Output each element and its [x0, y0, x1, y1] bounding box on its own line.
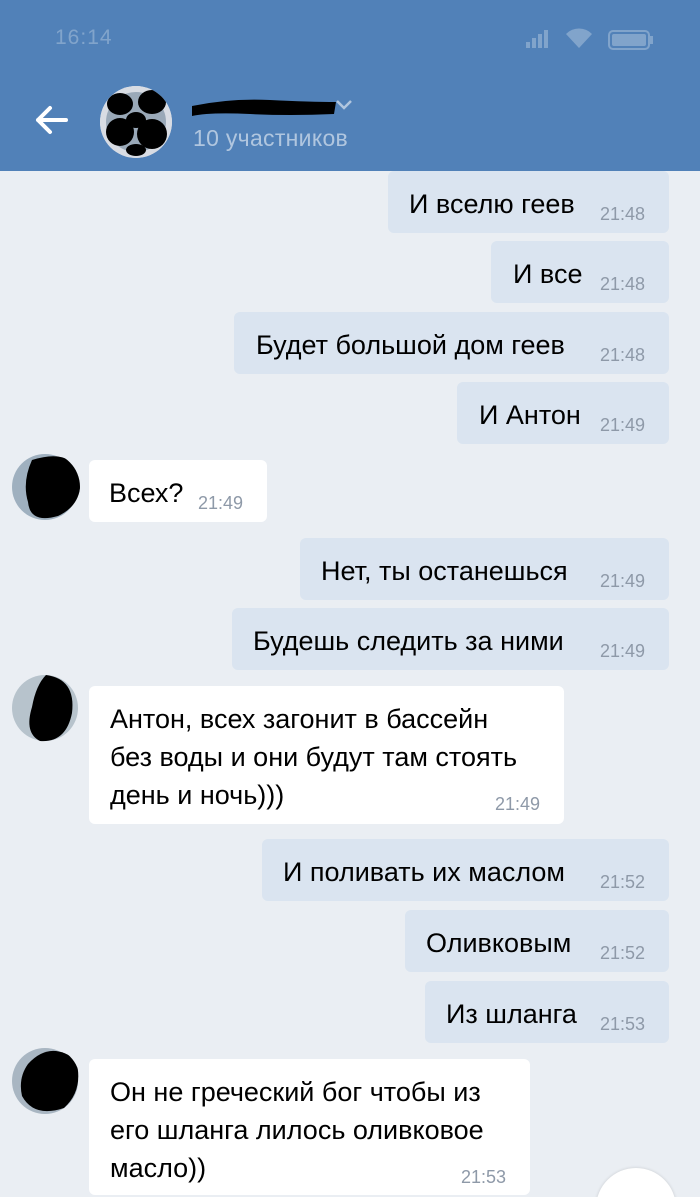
message-bubble-incoming[interactable]: Антон, всех загонит в бассейн без воды и… [89, 686, 564, 824]
message-text: И поливать их маслом [283, 857, 565, 887]
message-text: Нет, ты останешься [321, 556, 568, 586]
message-bubble-outgoing[interactable]: И все 21:48 [491, 241, 669, 303]
message-text: Из шланга [446, 999, 577, 1029]
message-time: 21:49 [600, 571, 646, 591]
message-text: Будешь следить за ними [253, 626, 564, 656]
status-time: 16:14 [55, 26, 113, 49]
chat-title-redacted[interactable] [190, 94, 338, 120]
message-time: 21:49 [600, 641, 646, 661]
battery-icon [608, 30, 654, 55]
message-time: 21:53 [461, 1167, 507, 1187]
chevron-down-icon[interactable] [334, 98, 354, 112]
scroll-down-button[interactable] [596, 1168, 676, 1197]
message-bubble-incoming[interactable]: Всех? 21:49 [89, 460, 267, 522]
message-text-line: день и ночь))) [110, 780, 285, 810]
message-time: 21:49 [495, 794, 541, 814]
back-button[interactable] [28, 96, 76, 144]
status-bar: 16:14 [0, 0, 700, 80]
chat-header: 16:14 10 участников [0, 0, 700, 171]
message-bubble-outgoing[interactable]: Будет большой дом геев 21:48 [234, 312, 669, 374]
message-text: Всех? [109, 478, 184, 508]
message-bubble-outgoing[interactable]: Оливковым 21:52 [405, 910, 669, 972]
message-time: 21:49 [600, 415, 646, 435]
status-icons [524, 28, 674, 50]
message-time: 21:48 [600, 274, 646, 294]
message-bubble-outgoing[interactable]: И вселю геев 21:48 [388, 171, 669, 233]
signal-icon [524, 28, 552, 53]
arrow-left-icon [36, 106, 68, 134]
message-bubble-outgoing[interactable]: Из шланга 21:53 [425, 981, 669, 1043]
message-bubble-outgoing[interactable]: Будешь следить за ними 21:49 [232, 608, 669, 670]
message-text-line: без воды и они будут там стоять [110, 742, 518, 772]
message-bubble-incoming[interactable]: Он не греческий бог чтобы из его шланга … [89, 1059, 530, 1195]
message-text: Оливковым [426, 928, 572, 958]
message-bubble-outgoing[interactable]: И поливать их маслом 21:52 [262, 839, 669, 901]
sender-avatar[interactable] [10, 673, 80, 743]
message-text-line: масло)) [110, 1153, 207, 1183]
message-time: 21:52 [600, 943, 646, 963]
participants-count[interactable]: 10 участников [193, 125, 348, 152]
message-time: 21:48 [600, 345, 646, 365]
message-text: И вселю геев [409, 189, 575, 219]
chat-avatar[interactable] [100, 86, 172, 158]
message-text-line: Антон, всех загонит в бассейн [110, 704, 489, 734]
wifi-icon [564, 28, 594, 55]
sender-avatar[interactable] [10, 1046, 80, 1116]
message-bubble-outgoing[interactable]: И Антон 21:49 [457, 382, 669, 444]
message-time: 21:52 [600, 872, 646, 892]
message-bubble-outgoing[interactable]: Нет, ты останешься 21:49 [300, 538, 669, 600]
sender-avatar[interactable] [10, 452, 80, 522]
message-time: 21:53 [600, 1014, 646, 1034]
message-time: 21:49 [198, 493, 244, 513]
message-text-line: Он не греческий бог чтобы из [110, 1077, 481, 1107]
message-text: И Антон [479, 400, 581, 430]
message-text-line: его шланга лилось оливковое [110, 1115, 484, 1145]
message-time: 21:48 [600, 204, 646, 224]
message-text: Будет большой дом геев [256, 330, 565, 360]
message-text: И все [513, 259, 583, 289]
